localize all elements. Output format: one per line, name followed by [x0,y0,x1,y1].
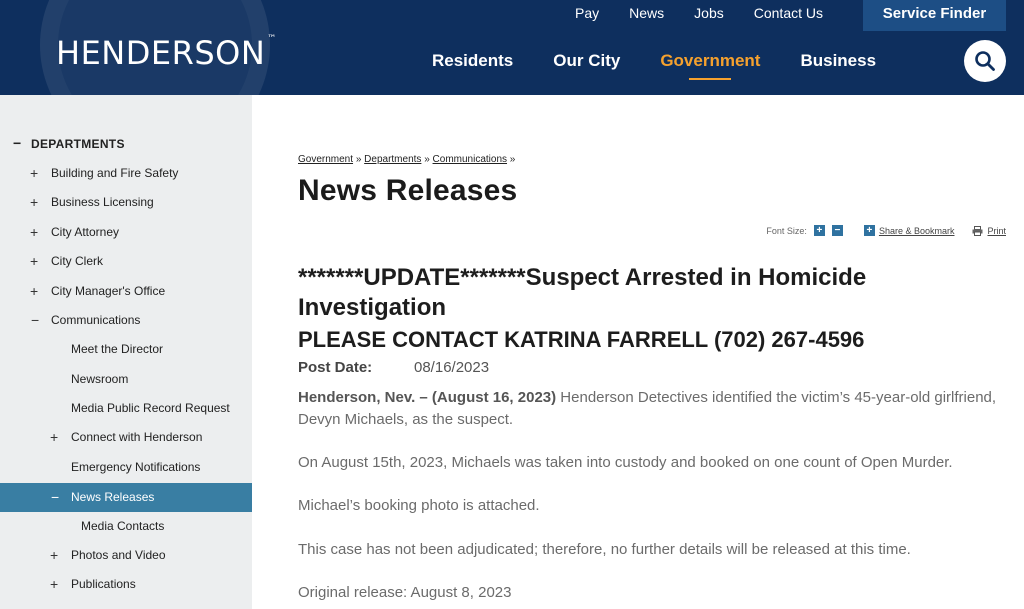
sidebar-item-label: Business Licensing [51,195,154,209]
sidebar-item-building-and-fire-safety[interactable]: + Building and Fire Safety [0,159,252,188]
sidebar-item-media-contacts[interactable]: Media Contacts [0,512,252,541]
collapse-icon[interactable]: − [31,306,39,335]
paragraph-4: This case has not been adjudicated; ther… [298,541,911,558]
expand-icon[interactable]: + [50,541,58,570]
breadcrumb-separator: » [355,154,362,165]
sidebar-item-news-releases[interactable]: − News Releases [0,483,252,512]
share-bookmark-link[interactable]: Share & Bookmark [879,226,955,236]
search-button[interactable] [964,40,1006,82]
sidebar-item-label: Communications [51,313,141,327]
breadcrumb-departments[interactable]: Departments [364,154,421,165]
top-link-pay[interactable]: Pay [560,5,614,21]
post-date-value: 08/16/2023 [414,359,490,376]
sidebar-item-label: Publications [71,577,136,591]
breadcrumb: Government » Departments » Communication… [298,154,515,165]
printer-icon[interactable] [972,225,983,236]
main-nav: Residents Our City Government Business [412,51,896,71]
paragraph-3: Michael’s booking photo is attached. [298,497,540,514]
dateline: Henderson, Nev. – (August 16, 2023) [298,389,557,406]
sidebar-item-emergency-notifications[interactable]: Emergency Notifications [0,453,252,482]
sidebar-item-newsroom[interactable]: Newsroom [0,365,252,394]
sidebar-item-label: City Clerk [51,254,104,268]
collapse-icon[interactable]: − [13,135,21,151]
breadcrumb-separator: » [424,154,430,165]
service-finder-button[interactable]: Service Finder [863,0,1006,31]
font-increase-button[interactable]: + [813,225,825,236]
top-link-news[interactable]: News [614,5,679,21]
top-link-jobs[interactable]: Jobs [679,5,739,21]
expand-icon[interactable]: + [30,218,38,247]
site-header: HENDERSON ™ Pay News Jobs Contact Us Serv… [0,0,1024,95]
search-icon [975,51,995,71]
paragraph-1: Henderson, Nev. – (August 16, 2023) Hend… [298,387,998,431]
sidebar-heading-departments[interactable]: − DEPARTMENTS [0,135,252,153]
sidebar-item-business-licensing[interactable]: + Business Licensing [0,188,252,217]
expand-icon[interactable]: + [50,570,58,599]
news-headline: *******UPDATE*******Suspect Arrested in … [298,264,867,321]
expand-icon[interactable]: + [50,423,58,452]
sidebar-item-label: City Attorney [51,225,120,239]
henderson-logo[interactable]: HENDERSON ™ [56,34,277,72]
post-date: Post Date: 08/16/2023 [298,359,489,376]
breadcrumb-communications[interactable]: Communications [433,154,507,165]
sidebar-item-connect-with-henderson[interactable]: + Connect with Henderson [0,423,252,452]
sidebar-item-city-managers-office[interactable]: + City Manager's Office [0,277,252,306]
expand-icon[interactable]: + [30,159,38,188]
nav-our-city[interactable]: Our City [533,51,640,71]
sidebar-item-label: Building and Fire Safety [51,166,179,180]
expand-icon[interactable]: + [30,247,38,276]
paragraph-2: On August 15th, 2023, Michaels was taken… [298,454,953,471]
sidebar-item-label: Connect with Henderson [71,430,203,444]
sidebar-item-label: City Manager's Office [51,284,166,298]
sidebar-item-city-attorney[interactable]: + City Attorney [0,218,252,247]
sidebar-item-label: Photos and Video [71,548,166,562]
sidebar-item-media-public-record-request[interactable]: Media Public Record Request [0,394,252,423]
breadcrumb-separator: » [509,154,516,165]
collapse-icon[interactable]: − [51,483,59,512]
nav-government[interactable]: Government [640,51,780,71]
font-decrease-button[interactable]: − [831,225,843,236]
logo-text: HENDERSON [56,34,266,72]
top-link-contact-us[interactable]: Contact Us [739,5,838,21]
sidebar: − DEPARTMENTS + Building and Fire Safety… [0,95,252,609]
sidebar-item-label: Media Contacts [81,519,165,533]
paragraph-5: Original release: August 8, 2023 [298,584,512,601]
sidebar-item-photos-and-video[interactable]: + Photos and Video [0,541,252,570]
sidebar-item-label: Meet the Director [71,342,164,356]
expand-icon[interactable]: + [30,188,38,217]
sidebar-item-label: Media Public Record Request [71,401,230,415]
print-link[interactable]: Print [987,226,1006,236]
sidebar-item-label: News Releases [71,490,155,504]
post-date-label: Post Date: [298,359,373,376]
share-icon[interactable]: + [863,225,875,236]
logo-trademark: ™ [267,34,277,44]
nav-business[interactable]: Business [780,51,896,71]
breadcrumb-government[interactable]: Government [298,154,353,165]
page-tools: Font Size: + − + Share & Bookmark Print [766,225,1006,236]
page-title: News Releases [298,174,518,207]
sidebar-item-communications[interactable]: − Communications [0,306,252,335]
sidebar-item-city-clerk[interactable]: + City Clerk [0,247,252,276]
sidebar-item-publications[interactable]: + Publications [0,570,252,599]
contact-line: PLEASE CONTACT KATRINA FARRELL (702) 267… [298,327,865,352]
font-size-label: Font Size: [766,225,807,236]
nav-residents[interactable]: Residents [412,51,533,71]
sidebar-item-meet-the-director[interactable]: Meet the Director [0,335,252,364]
sidebar-item-label: Emergency Notifications [71,460,201,474]
sidebar-heading-label: DEPARTMENTS [31,137,125,151]
expand-icon[interactable]: + [30,277,38,306]
sidebar-item-label: Newsroom [71,372,129,386]
utility-nav: Pay News Jobs Contact Us [560,5,838,21]
